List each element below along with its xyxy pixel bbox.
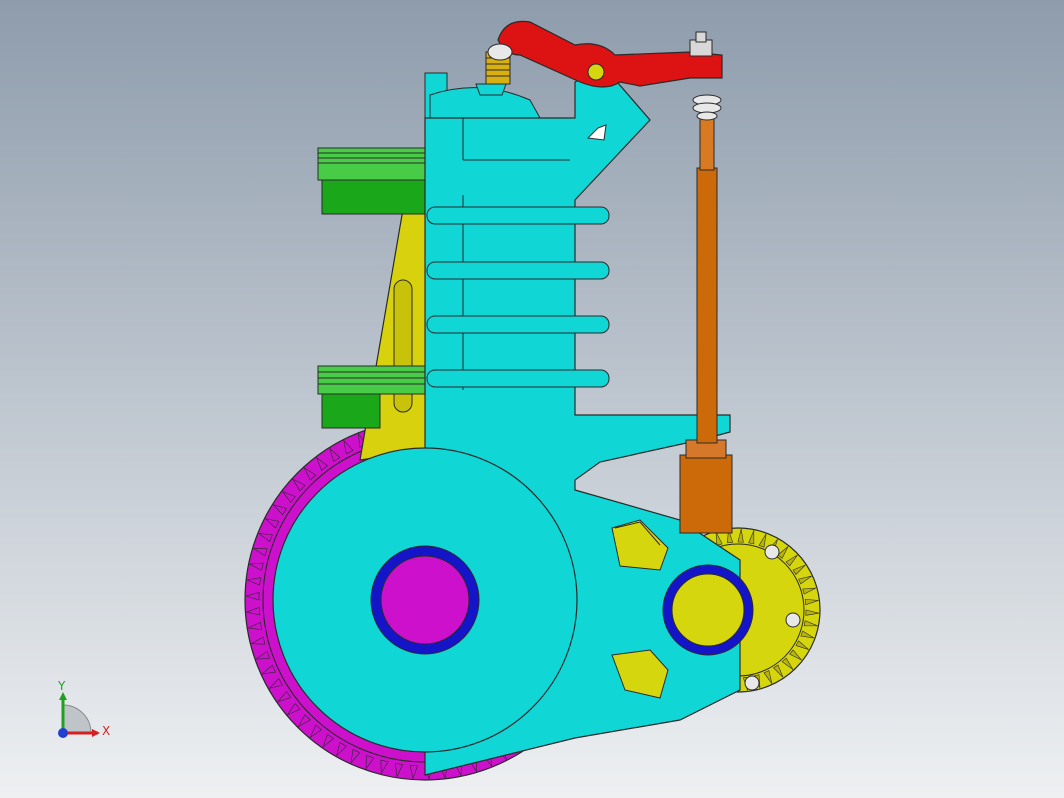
y-axis-label: Y: [57, 679, 66, 693]
crank-disc[interactable]: [272, 447, 578, 753]
graphics-viewport[interactable]: X Y: [0, 0, 1064, 798]
z-axis-dot: [58, 728, 68, 738]
cam-shaft[interactable]: [662, 564, 754, 656]
x-axis-label: X: [102, 724, 110, 738]
model-view[interactable]: X Y: [0, 0, 1064, 798]
upper-piston[interactable]: [317, 147, 431, 215]
